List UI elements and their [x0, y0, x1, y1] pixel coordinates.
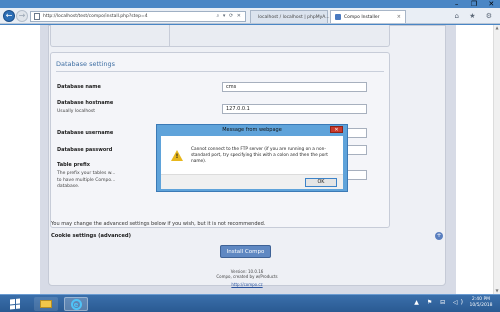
db-username-label: Database username [57, 130, 114, 136]
footer-link[interactable]: http://compo.cz [231, 282, 262, 287]
clock[interactable]: 2:40 PM 10/5/2018 [466, 297, 496, 309]
install-button[interactable]: Install Compo [220, 245, 271, 258]
db-name-label: Database name [57, 84, 101, 90]
taskbar-file-explorer[interactable] [34, 297, 58, 311]
taskbar: e ▲ ⚑ ⊟ ◁) 2:40 PM 10/5/2018 [0, 294, 500, 312]
windows-logo-icon [10, 298, 20, 310]
tab-label: Compo Installer [344, 14, 380, 20]
dialog-footer: OK [161, 174, 343, 189]
db-name-input[interactable]: cms [222, 82, 367, 92]
table-prefix-label: Table prefix [57, 162, 90, 168]
cookie-settings-row[interactable]: Cookie settings (advanced) + [51, 232, 444, 242]
address-tools[interactable]: ⌕ ▾ ⟳ ✕ [217, 13, 242, 19]
db-password-label: Database password [57, 147, 113, 153]
taskbar-internet-explorer[interactable]: e [64, 297, 88, 311]
page-icon [34, 13, 40, 20]
expand-icon[interactable]: + [435, 232, 443, 240]
message-dialog: Message from webpage ✕ ! Cannot connect … [156, 124, 348, 192]
browser-right-icons[interactable]: ⌂ ★ ⚙ [455, 12, 496, 20]
tab-compo-installer[interactable]: Compo Installer × [330, 10, 406, 23]
cookie-settings-label: Cookie settings (advanced) [51, 233, 131, 239]
forward-button[interactable]: → [16, 10, 28, 22]
dialog-message: Cannot connect to the FTP server (if you… [191, 147, 328, 164]
address-bar[interactable]: http://localhost/test/compo/install.php?… [30, 11, 246, 22]
divider [56, 71, 384, 72]
internet-explorer-icon: e [70, 298, 82, 310]
system-tray-icons[interactable]: ▲ ⚑ ⊟ ◁) [414, 299, 466, 306]
db-hostname-help: Usually localhost [57, 109, 96, 114]
advanced-note: You may change the advanced settings bel… [51, 221, 266, 227]
tab-phpmyadmin[interactable]: localhost / localhost | phpMyA... [250, 10, 330, 23]
compo-icon [335, 14, 341, 20]
dialog-body: ! Cannot connect to the FTP server (if y… [161, 136, 343, 189]
section-title: Database settings [56, 60, 116, 68]
previous-section-box [50, 25, 390, 47]
scroll-up-icon[interactable]: ▲ [494, 25, 500, 31]
dialog-close-button[interactable]: ✕ [330, 126, 343, 133]
divider [169, 25, 170, 47]
db-hostname-label: Database hostname [57, 100, 114, 106]
warning-mark: ! [175, 153, 179, 160]
footer: Version: 10.0.16 Compo, created by w/Pro… [48, 269, 446, 287]
arrow-left-icon: ← [5, 11, 13, 20]
dialog-title: Message from webpage [222, 127, 282, 133]
clock-date: 10/5/2018 [469, 303, 493, 308]
credits-text: Compo, created by w/Products [216, 274, 278, 279]
back-button[interactable]: ← [3, 10, 15, 22]
table-prefix-help: The prefix your tables w... to have mult… [57, 171, 116, 189]
dialog-titlebar[interactable]: Message from webpage ✕ [157, 125, 347, 135]
tab-close-icon[interactable]: × [397, 14, 401, 20]
tab-label: localhost / localhost | phpMyA... [258, 14, 330, 20]
address-url: http://localhost/test/compo/install.php?… [43, 14, 148, 19]
arrow-right-icon: → [18, 11, 26, 20]
page-scrollbar[interactable]: ▲ ▼ [493, 25, 500, 294]
folder-icon [40, 300, 52, 308]
browser-toolbar: ← → http://localhost/test/compo/install.… [0, 8, 500, 24]
start-button[interactable] [3, 297, 27, 311]
ok-button[interactable]: OK [305, 178, 337, 187]
db-hostname-input[interactable]: 127.0.0.1 [222, 104, 367, 114]
